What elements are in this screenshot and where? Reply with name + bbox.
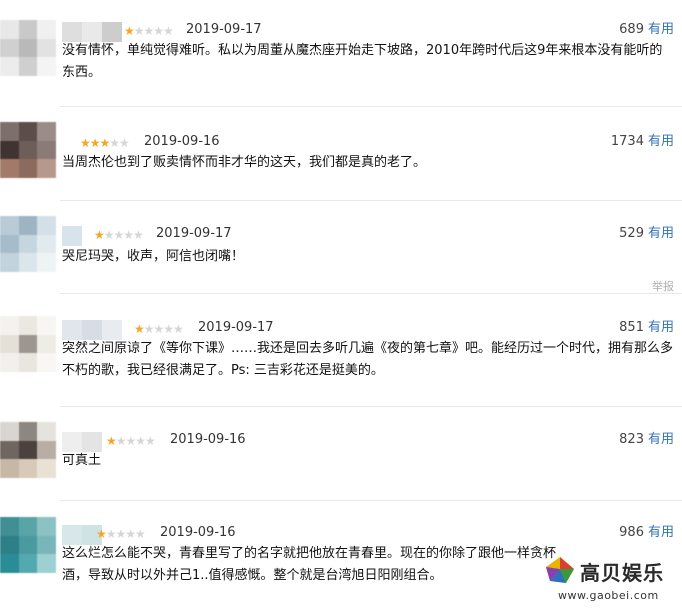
star-rating: ★★★★★	[80, 136, 130, 150]
useful-button[interactable]: 有用	[648, 226, 674, 241]
username-blurred[interactable]	[62, 226, 82, 246]
watermark-title: 高贝娱乐	[580, 561, 664, 585]
review-text: 这么烂怎么能不哭，青春里写了的名字就把他放在青春里。现在的你除了跟他一样贪杯酒，…	[62, 546, 557, 583]
useful-button[interactable]: 有用	[648, 134, 674, 149]
review-text: 可真土	[62, 453, 102, 468]
vote-count: 851 有用	[619, 320, 674, 336]
avatar[interactable]	[0, 316, 56, 372]
review-date: 2019-09-17	[198, 320, 274, 335]
divider	[60, 406, 682, 407]
useful-button[interactable]: 有用	[648, 22, 674, 37]
watermark-logo-icon	[546, 557, 574, 583]
useful-button[interactable]: 有用	[648, 432, 674, 447]
divider	[60, 106, 682, 107]
review-date: 2019-09-16	[170, 432, 246, 447]
useful-button[interactable]: 有用	[648, 525, 674, 540]
vote-count: 823 有用	[619, 432, 674, 448]
avatar[interactable]	[0, 517, 56, 573]
username-blurred[interactable]	[62, 432, 102, 452]
review-text: 没有情怀，单纯觉得难听。私以为周董从魔杰座开始走下坡路，2010年跨时代后这9年…	[62, 43, 663, 80]
star-rating: ★★★★★	[134, 322, 184, 336]
vote-count: 1734 有用	[611, 134, 674, 150]
vote-number: 689	[619, 22, 644, 37]
watermark-url: www.gaobei.com	[558, 589, 659, 602]
star-rating: ★★★★★	[124, 24, 174, 38]
review-text: 哭尼玛哭，收声，阿信也闭嘴！	[62, 249, 245, 264]
avatar[interactable]	[0, 216, 56, 272]
star-rating: ★★★★★	[96, 527, 146, 541]
vote-count: 689 有用	[619, 22, 674, 38]
avatar[interactable]	[0, 20, 56, 76]
username-blurred[interactable]	[62, 22, 122, 42]
review-text: 当周杰伦也到了贩卖情怀而非才华的这天，我们都是真的老了。	[62, 155, 427, 170]
divider	[60, 200, 682, 201]
star-rating: ★★★★★	[94, 228, 144, 242]
vote-number: 851	[619, 320, 644, 335]
report-link[interactable]: 举报	[652, 278, 674, 294]
avatar[interactable]	[0, 422, 56, 478]
vote-count: 986 有用	[619, 525, 674, 541]
star-rating: ★★★★★	[106, 434, 156, 448]
vote-number: 986	[619, 525, 644, 540]
review-date: 2019-09-16	[160, 525, 236, 540]
avatar[interactable]	[0, 122, 56, 178]
useful-button[interactable]: 有用	[648, 320, 674, 335]
vote-number: 529	[619, 226, 644, 241]
review-date: 2019-09-17	[156, 226, 232, 241]
review-date: 2019-09-16	[144, 134, 220, 149]
vote-number: 1734	[610, 134, 644, 149]
username-blurred[interactable]	[62, 320, 122, 340]
divider	[60, 500, 682, 501]
review-text: 突然之间原谅了《等你下课》……我还是回去多听几遍《夜的第七章》吧。能经历过一个时…	[62, 341, 674, 378]
vote-count: 529 有用	[619, 226, 674, 242]
watermark: 高贝娱乐 www.gaobei.com	[544, 555, 674, 605]
vote-number: 823	[619, 432, 644, 447]
review-date: 2019-09-17	[186, 22, 262, 37]
divider	[60, 293, 682, 294]
